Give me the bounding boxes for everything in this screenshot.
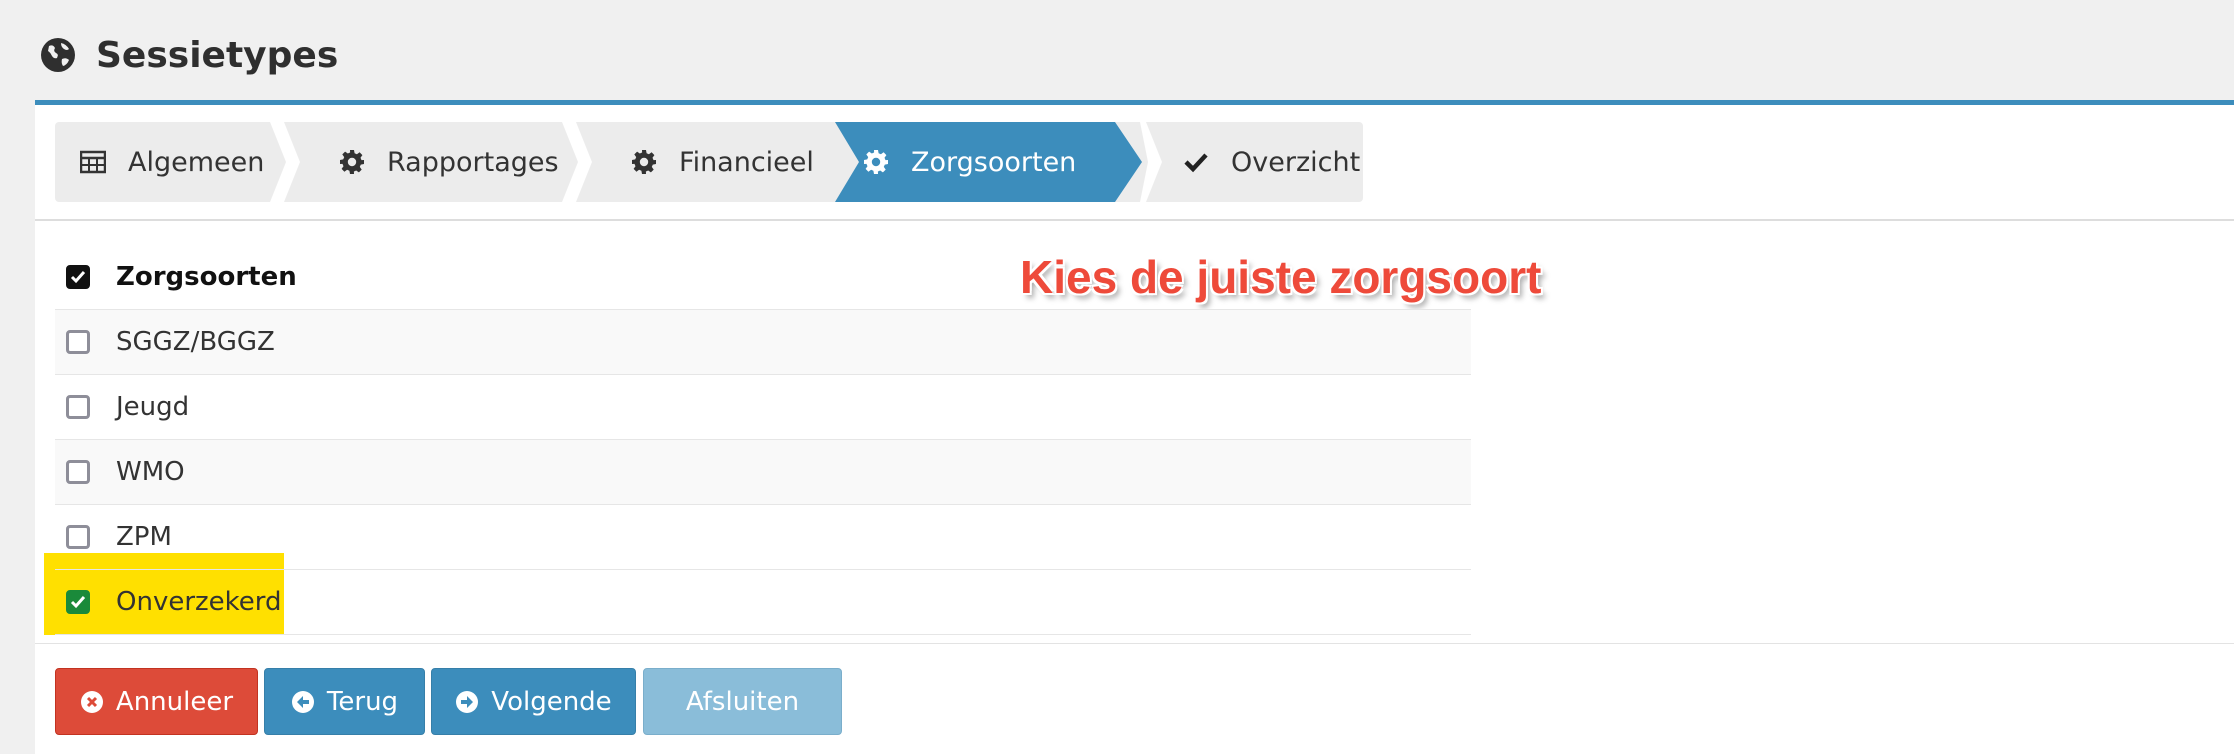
item-label: WMO xyxy=(116,457,185,487)
next-label: Volgende xyxy=(491,686,612,717)
step-zorgsoorten[interactable]: Zorgsoorten xyxy=(863,122,1076,202)
item-label: ZPM xyxy=(116,522,172,552)
item-checkbox[interactable] xyxy=(66,330,90,354)
item-checkbox[interactable] xyxy=(66,395,90,419)
select-all-checkbox[interactable] xyxy=(66,265,90,289)
item-checkbox[interactable] xyxy=(66,590,90,614)
step-label: Algemeen xyxy=(128,146,265,178)
step-financieel[interactable]: Financieel xyxy=(631,122,814,202)
page-title: Sessietypes xyxy=(96,34,339,76)
step-separator xyxy=(270,122,300,202)
divider xyxy=(35,219,2234,221)
check-icon xyxy=(70,596,86,609)
check-icon xyxy=(70,271,86,284)
check-icon xyxy=(1184,153,1208,173)
table-icon xyxy=(80,150,106,174)
item-label: Onverzekerd xyxy=(116,587,282,617)
step-rapportages[interactable]: Rapportages xyxy=(339,122,559,202)
gear-icon xyxy=(864,150,888,174)
arrow-right-circle-icon xyxy=(456,690,479,713)
wizard-steps: Algemeen Rapportages Financieel Zorgsoor… xyxy=(55,122,1363,202)
list-header-row[interactable]: Zorgsoorten xyxy=(55,245,1471,310)
arrow-left-circle-icon xyxy=(291,690,314,713)
item-checkbox[interactable] xyxy=(66,460,90,484)
divider xyxy=(35,643,2234,644)
back-label: Terug xyxy=(326,686,399,717)
finish-button[interactable]: Afsluiten xyxy=(643,668,842,735)
footer-actions: Annuleer Terug Volgende Afsluiten xyxy=(55,668,842,735)
back-button[interactable]: Terug xyxy=(264,668,425,735)
step-label: Overzicht xyxy=(1231,146,1361,178)
gear-icon xyxy=(340,150,364,174)
list-header-label: Zorgsoorten xyxy=(116,262,297,292)
zorgsoorten-list: Zorgsoorten SGGZ/BGGZ Jeugd WMO ZPM Onve… xyxy=(55,245,1471,635)
list-item[interactable]: ZPM xyxy=(55,505,1471,570)
next-button[interactable]: Volgende xyxy=(431,668,636,735)
list-item[interactable]: WMO xyxy=(55,440,1471,505)
list-item[interactable]: Onverzekerd xyxy=(55,570,1471,635)
item-label: SGGZ/BGGZ xyxy=(116,327,275,357)
step-overzicht[interactable]: Overzicht xyxy=(1183,122,1360,202)
step-label: Zorgsoorten xyxy=(911,146,1077,178)
step-label: Financieel xyxy=(679,146,814,178)
cancel-label: Annuleer xyxy=(115,686,234,717)
list-item[interactable]: Jeugd xyxy=(55,375,1471,440)
item-checkbox[interactable] xyxy=(66,525,90,549)
step-separator xyxy=(562,122,592,202)
wizard-panel: Algemeen Rapportages Financieel Zorgsoor… xyxy=(35,100,2234,754)
cancel-button[interactable]: Annuleer xyxy=(55,668,258,735)
page-header: Sessietypes xyxy=(40,30,338,80)
list-item[interactable]: SGGZ/BGGZ xyxy=(55,310,1471,375)
finish-label: Afsluiten xyxy=(685,686,800,717)
globe-icon xyxy=(41,38,75,72)
gear-icon xyxy=(632,150,656,174)
step-label: Rapportages xyxy=(387,146,559,178)
step-algemeen[interactable]: Algemeen xyxy=(80,122,264,202)
item-label: Jeugd xyxy=(116,392,190,422)
close-circle-icon xyxy=(80,690,103,713)
